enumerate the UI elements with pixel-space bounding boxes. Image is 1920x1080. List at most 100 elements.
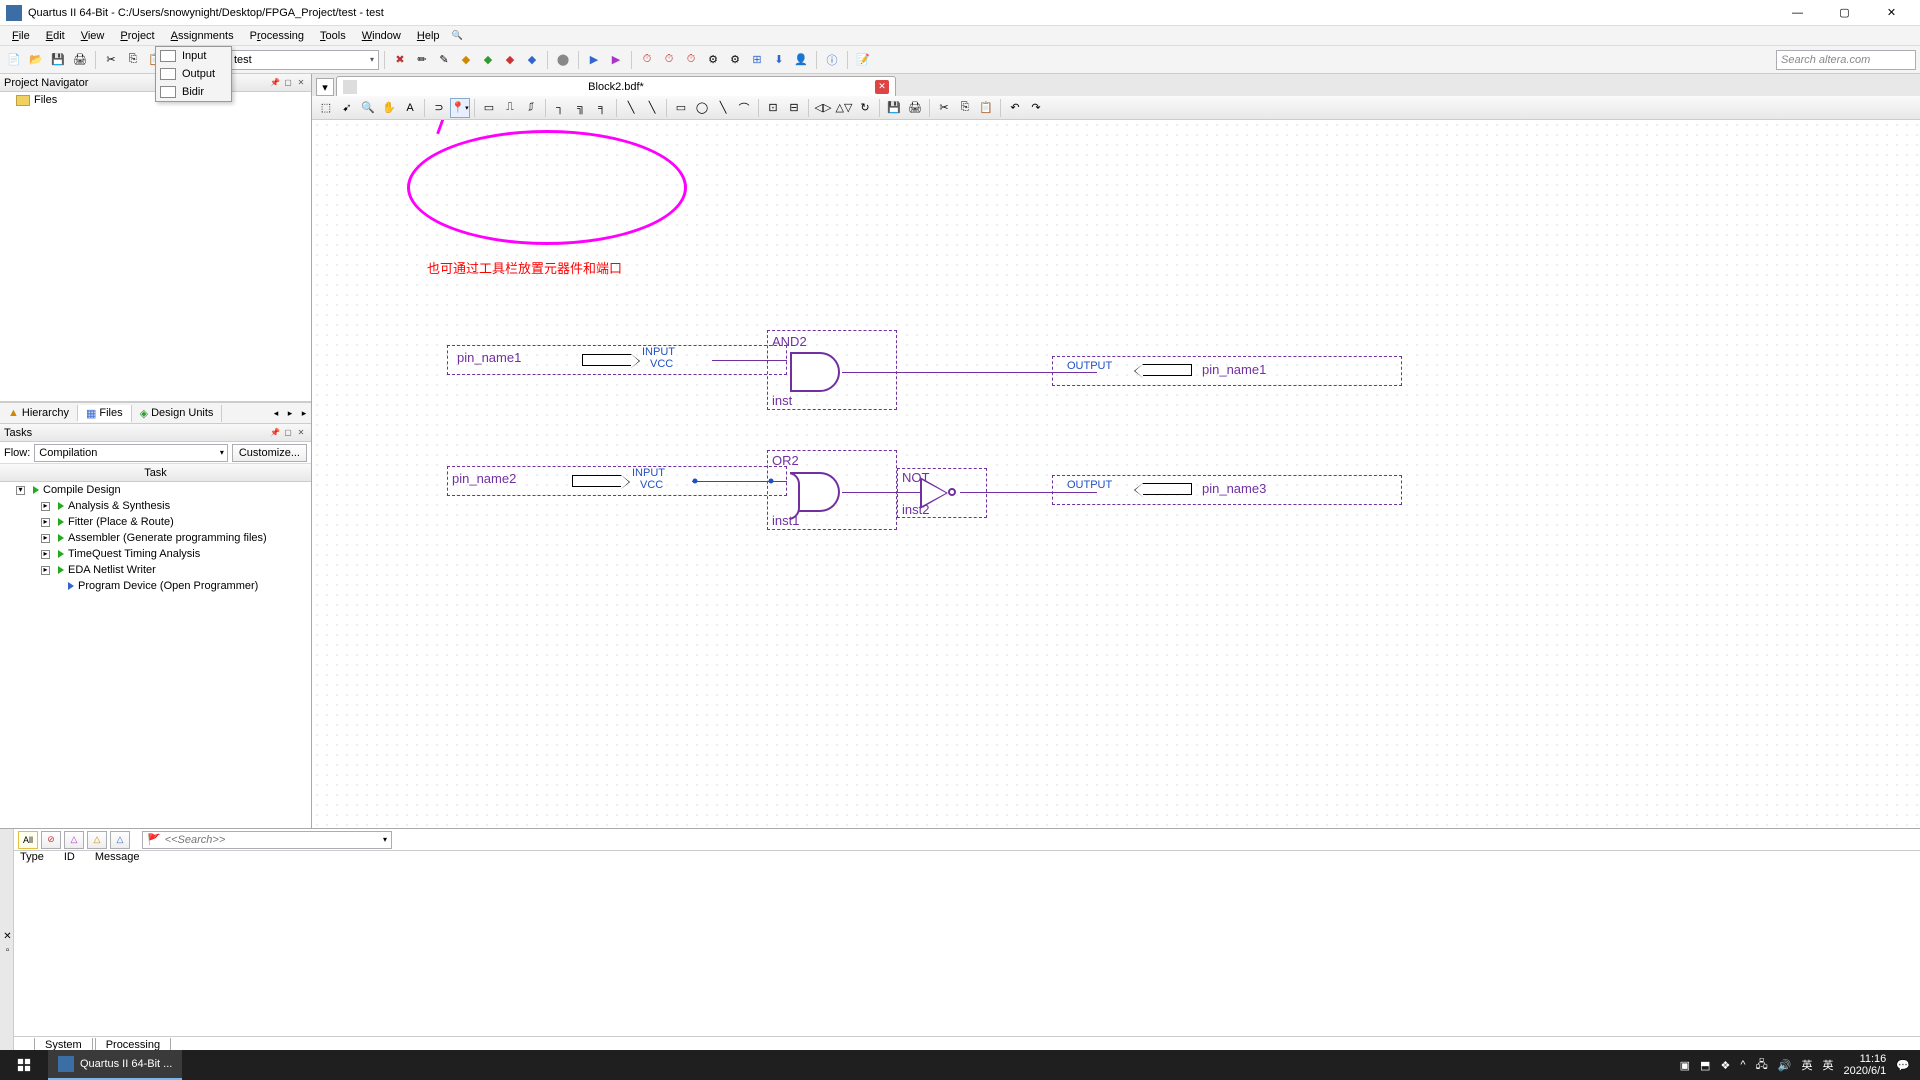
diagonal-node-tool[interactable]: ╲ xyxy=(621,98,641,118)
tray-icon-4[interactable]: ^ xyxy=(1740,1059,1745,1071)
menu-project[interactable]: Project xyxy=(112,28,162,44)
redo-edit-button[interactable]: ↷ xyxy=(1026,98,1046,118)
project-selector[interactable]: test xyxy=(229,50,379,70)
task-program-device[interactable]: Program Device (Open Programmer) xyxy=(0,578,311,594)
panel-pin-button[interactable]: 📌 xyxy=(269,77,281,89)
msg-search-box[interactable]: 🚩 ▾ xyxy=(142,831,392,849)
pointer-tool[interactable]: ➹ xyxy=(337,98,357,118)
flip-h-button[interactable]: ◁▷ xyxy=(813,98,833,118)
tool-button-4[interactable]: ◆ xyxy=(478,50,498,70)
task-eda-netlist[interactable]: ▸EDA Netlist Writer xyxy=(0,562,311,578)
line-tool[interactable]: ╲ xyxy=(713,98,733,118)
msg-filter-all[interactable]: All xyxy=(18,831,38,849)
tab-hierarchy[interactable]: ▲Hierarchy xyxy=(0,405,78,421)
orthogonal-conduit-tool[interactable]: ╕ xyxy=(592,98,612,118)
tray-network-icon[interactable]: 🖧 xyxy=(1756,1056,1768,1075)
zoom-tool[interactable]: 🔍 xyxy=(358,98,378,118)
programmer-button[interactable]: ⬇ xyxy=(769,50,789,70)
arc-tool[interactable]: ⌒ xyxy=(734,98,754,118)
maximize-button[interactable]: ▢ xyxy=(1822,3,1867,23)
task-assembler[interactable]: ▸Assembler (Generate programming files) xyxy=(0,530,311,546)
conduit-tool[interactable]: ⎍ xyxy=(500,98,520,118)
pin-menu-bidir[interactable]: Bidir xyxy=(156,83,231,101)
msg-filter-warning[interactable]: △ xyxy=(87,831,107,849)
tasks-tree[interactable]: ▾Compile Design ▸Analysis & Synthesis ▸F… xyxy=(0,482,311,828)
flip-v-button[interactable]: △▽ xyxy=(834,98,854,118)
copy-edit-button[interactable]: ⎘ xyxy=(955,98,975,118)
tray-volume-icon[interactable]: 🔊 xyxy=(1778,1059,1792,1072)
menu-window[interactable]: Window xyxy=(354,28,409,44)
stop-button[interactable]: ⬤ xyxy=(553,50,573,70)
msg-search-input[interactable] xyxy=(165,834,379,846)
tray-ime-lang[interactable]: 英 xyxy=(1801,1057,1812,1073)
open-file-button[interactable]: 📂 xyxy=(26,50,46,70)
orthogonal-node-tool[interactable]: ┐ xyxy=(550,98,570,118)
block-tool[interactable]: ▭ xyxy=(479,98,499,118)
tray-ime-mode[interactable]: 英 xyxy=(1822,1057,1833,1073)
tray-clock[interactable]: 11:16 2020/6/1 xyxy=(1843,1053,1886,1077)
symbol-tool[interactable]: ⊃ xyxy=(429,98,449,118)
oval-tool[interactable]: ◯ xyxy=(692,98,712,118)
diagonal-bus-tool[interactable]: ╲ xyxy=(642,98,662,118)
close-tab-button[interactable]: ✕ xyxy=(875,80,889,94)
messages-side-close[interactable]: ✕ ▫ xyxy=(0,829,14,1054)
tool-button-1[interactable]: ✏ xyxy=(412,50,432,70)
close-button[interactable]: ✕ xyxy=(1869,3,1914,23)
tab-nav-left[interactable]: ◂ xyxy=(269,404,283,422)
analyze-button[interactable]: ▶ xyxy=(606,50,626,70)
settings-button[interactable]: ✖ xyxy=(390,50,410,70)
flow-selector[interactable]: Compilation xyxy=(34,444,228,462)
timing-button-2[interactable]: ⏱ xyxy=(659,50,679,70)
msg-filter-info[interactable]: △ xyxy=(110,831,130,849)
orthogonal-bus-tool[interactable]: ╗ xyxy=(571,98,591,118)
tool-button-3[interactable]: ◆ xyxy=(456,50,476,70)
msg-filter-error[interactable]: ⊘ xyxy=(41,831,61,849)
node-tool[interactable]: ⎎ xyxy=(521,98,541,118)
menu-view[interactable]: View xyxy=(73,28,113,44)
menu-file[interactable]: File xyxy=(4,28,38,44)
text-tool[interactable]: A xyxy=(400,98,420,118)
document-tab-block2[interactable]: Block2.bdf* ✕ xyxy=(336,76,896,96)
copy-button[interactable]: ⎘ xyxy=(123,50,143,70)
taskbar-quartus[interactable]: Quartus II 64-Bit ... xyxy=(48,1050,182,1080)
undo-edit-button[interactable]: ↶ xyxy=(1005,98,1025,118)
search-altera[interactable]: Search altera.com xyxy=(1776,50,1916,70)
save-file-button[interactable]: 💾 xyxy=(884,98,904,118)
selection-tool[interactable]: ⬚ xyxy=(316,98,336,118)
tasks-max-button[interactable]: ▢ xyxy=(282,427,294,439)
save-button[interactable]: 💾 xyxy=(48,50,68,70)
chip-button-2[interactable]: ⚙ xyxy=(725,50,745,70)
tab-nav-right2[interactable]: ▸ xyxy=(297,404,311,422)
task-analysis-synthesis[interactable]: ▸Analysis & Synthesis xyxy=(0,498,311,514)
print-button[interactable]: 🖨 xyxy=(70,50,90,70)
minimize-button[interactable]: — xyxy=(1775,3,1820,23)
help-button[interactable]: ⓘ xyxy=(822,50,842,70)
menu-edit[interactable]: Edit xyxy=(38,28,73,44)
tray-notifications-icon[interactable]: 💬 xyxy=(1896,1059,1910,1072)
menu-tools[interactable]: Tools xyxy=(312,28,354,44)
compile-button[interactable]: ▶ xyxy=(584,50,604,70)
timing-button-1[interactable]: ⏱ xyxy=(637,50,657,70)
pin-menu-output[interactable]: Output xyxy=(156,65,231,83)
help-search-icon[interactable]: 🔍 xyxy=(452,30,463,41)
menu-processing[interactable]: Processing xyxy=(242,28,312,44)
tool-button-6[interactable]: ◆ xyxy=(522,50,542,70)
chip-button-1[interactable]: ⚙ xyxy=(703,50,723,70)
rectangle-tool[interactable]: ▭ xyxy=(671,98,691,118)
paste-edit-button[interactable]: 📋 xyxy=(976,98,996,118)
tasks-pin-button[interactable]: 📌 xyxy=(269,427,281,439)
pin-tool[interactable]: 📍▾ xyxy=(450,98,470,118)
tray-icon-1[interactable]: ▣ xyxy=(1680,1059,1690,1072)
task-fitter[interactable]: ▸Fitter (Place & Route) xyxy=(0,514,311,530)
new-file-button[interactable]: 📄 xyxy=(4,50,24,70)
rubberband-tool[interactable]: ⊡ xyxy=(763,98,783,118)
tab-files[interactable]: ▦Files xyxy=(78,405,132,422)
hand-tool[interactable]: ✋ xyxy=(379,98,399,118)
partial-line-tool[interactable]: ⊟ xyxy=(784,98,804,118)
timing-button-3[interactable]: ⏱ xyxy=(681,50,701,70)
tray-icon-2[interactable]: ⬒ xyxy=(1700,1059,1710,1072)
task-compile-design[interactable]: ▾Compile Design xyxy=(0,482,311,498)
notes-button[interactable]: 📝 xyxy=(853,50,873,70)
customize-button[interactable]: Customize... xyxy=(232,444,307,462)
project-navigator-tree[interactable]: Files xyxy=(0,92,311,402)
